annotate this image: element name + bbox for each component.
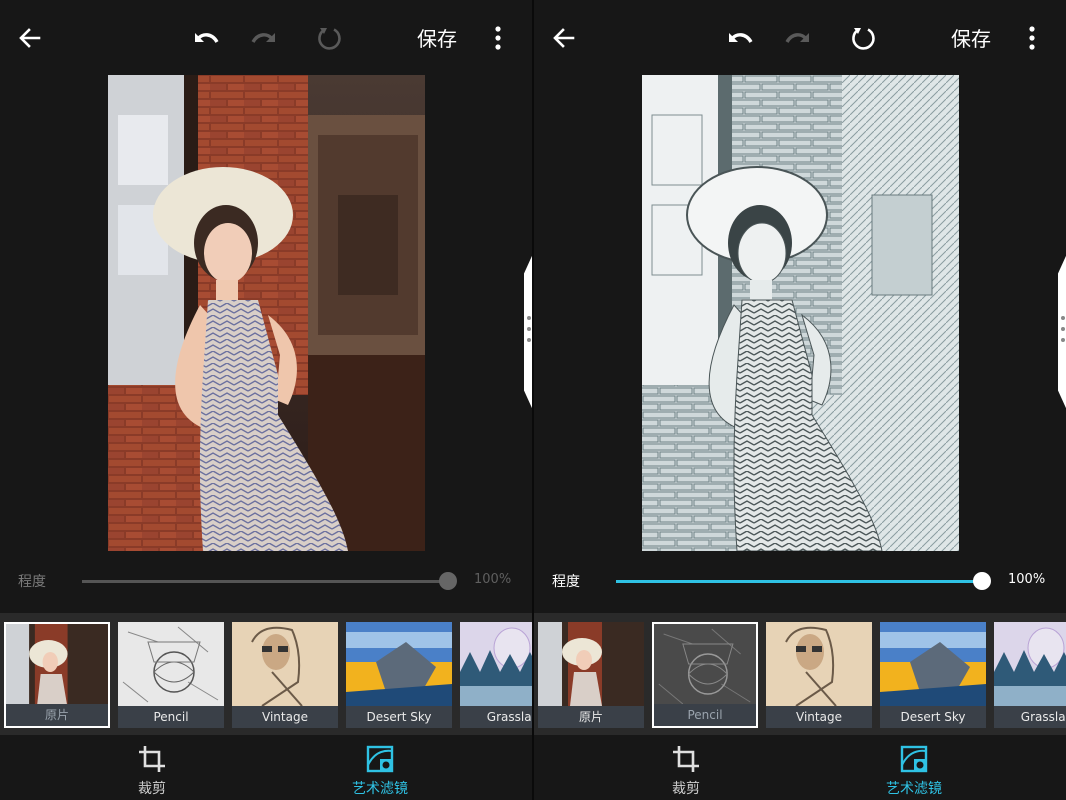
reset-icon	[318, 28, 341, 50]
filter-thumbnail	[766, 622, 872, 706]
filter-desert-sky[interactable]: Desert Sky	[880, 622, 986, 728]
filter-strip[interactable]: 原片 Pencil Vintage Desert Sky Grasslan	[0, 613, 532, 735]
filter-label: 原片	[6, 704, 108, 726]
filter-label: Desert Sky	[346, 706, 452, 728]
filter-label: Desert Sky	[880, 706, 986, 728]
tab-label: 裁剪	[138, 781, 166, 797]
reset-button[interactable]	[309, 18, 349, 58]
filter-label: Grasslan	[994, 706, 1066, 728]
filter-thumbnail	[538, 622, 644, 706]
filter-thumbnail	[232, 622, 338, 706]
filter-thumbnail	[6, 624, 108, 708]
more-button[interactable]	[1012, 18, 1052, 58]
filter-thumbnail	[654, 624, 756, 708]
strength-slider-row: 程度 100%	[0, 560, 532, 604]
redo-button[interactable]	[780, 18, 820, 58]
bottom-nav: 裁剪 艺术滤镜	[0, 735, 532, 800]
top-toolbar: 保存	[0, 0, 532, 76]
redo-icon	[251, 33, 275, 43]
back-button[interactable]	[10, 18, 50, 58]
filter-label: 原片	[538, 706, 644, 728]
more-vert-icon	[1029, 26, 1035, 50]
photo-preview[interactable]	[642, 75, 959, 551]
filter-thumbnail	[460, 622, 532, 706]
editor-panel-pencil: 保存 程度 100% 原片 Pencil Vintage Desert Sky …	[534, 0, 1066, 800]
filter-grassland[interactable]: Grasslan	[994, 622, 1066, 728]
top-toolbar: 保存	[534, 0, 1066, 76]
save-button[interactable]: 保存	[400, 22, 474, 56]
slider-label: 程度	[18, 574, 46, 590]
filter-label: Grasslan	[460, 706, 532, 728]
undo-button[interactable]	[184, 18, 224, 58]
filter-strip[interactable]: 原片 Pencil Vintage Desert Sky Grasslan	[534, 613, 1066, 735]
filter-pencil[interactable]: Pencil	[652, 622, 758, 728]
back-button[interactable]	[544, 18, 584, 58]
filter-label: Pencil	[654, 704, 756, 726]
crop-icon	[673, 746, 699, 772]
editor-panel-original: 保存 程度 100% 原片 Pencil Vintage Desert Sky …	[0, 0, 532, 800]
filter-thumbnail	[118, 622, 224, 706]
more-vert-icon	[495, 26, 501, 50]
tab-art-filter[interactable]: 艺术滤镜	[859, 743, 969, 799]
slider-value: 100%	[474, 572, 512, 587]
slider-value: 100%	[1008, 572, 1046, 587]
reset-button[interactable]	[843, 18, 883, 58]
slider-fill	[616, 580, 982, 583]
redo-button[interactable]	[246, 18, 286, 58]
tab-label: 裁剪	[672, 781, 700, 797]
slider-label: 程度	[552, 574, 580, 590]
filter-thumbnail	[346, 622, 452, 706]
undo-icon	[195, 33, 219, 43]
strength-slider[interactable]	[616, 572, 991, 590]
filter-label: Vintage	[766, 706, 872, 728]
art-filter-icon	[366, 745, 394, 773]
filter-pencil[interactable]: Pencil	[118, 622, 224, 728]
drag-dots-icon	[1060, 316, 1066, 346]
tab-label: 艺术滤镜	[352, 781, 408, 797]
back-arrow-icon	[553, 28, 575, 48]
undo-button[interactable]	[718, 18, 758, 58]
filter-label: Pencil	[118, 706, 224, 728]
tab-crop[interactable]: 裁剪	[631, 743, 741, 799]
more-button[interactable]	[478, 18, 518, 58]
slider-thumb[interactable]	[973, 572, 991, 590]
photo-image	[108, 75, 425, 551]
tab-crop[interactable]: 裁剪	[97, 743, 207, 799]
filter-vintage[interactable]: Vintage	[232, 622, 338, 728]
strength-slider[interactable]	[82, 572, 457, 590]
redo-icon	[785, 33, 809, 43]
photo-image	[642, 75, 959, 551]
filter-thumbnail	[994, 622, 1066, 706]
filter-original[interactable]: 原片	[4, 622, 110, 728]
strength-slider-row: 程度 100%	[534, 560, 1066, 604]
bottom-nav: 裁剪 艺术滤镜	[534, 735, 1066, 800]
art-filter-icon	[900, 745, 928, 773]
filter-label: Vintage	[232, 706, 338, 728]
tab-label: 艺术滤镜	[886, 781, 942, 797]
save-button[interactable]: 保存	[934, 22, 1008, 56]
filter-thumbnail	[880, 622, 986, 706]
crop-icon	[139, 746, 165, 772]
slider-thumb[interactable]	[439, 572, 457, 590]
filter-grassland[interactable]: Grasslan	[460, 622, 532, 728]
filter-vintage[interactable]: Vintage	[766, 622, 872, 728]
photo-preview[interactable]	[108, 75, 425, 551]
back-arrow-icon	[19, 28, 41, 48]
filter-desert-sky[interactable]: Desert Sky	[346, 622, 452, 728]
reset-icon	[852, 28, 875, 50]
tab-art-filter[interactable]: 艺术滤镜	[325, 743, 435, 799]
slider-fill	[82, 580, 448, 583]
undo-icon	[729, 33, 753, 43]
filter-original[interactable]: 原片	[538, 622, 644, 728]
